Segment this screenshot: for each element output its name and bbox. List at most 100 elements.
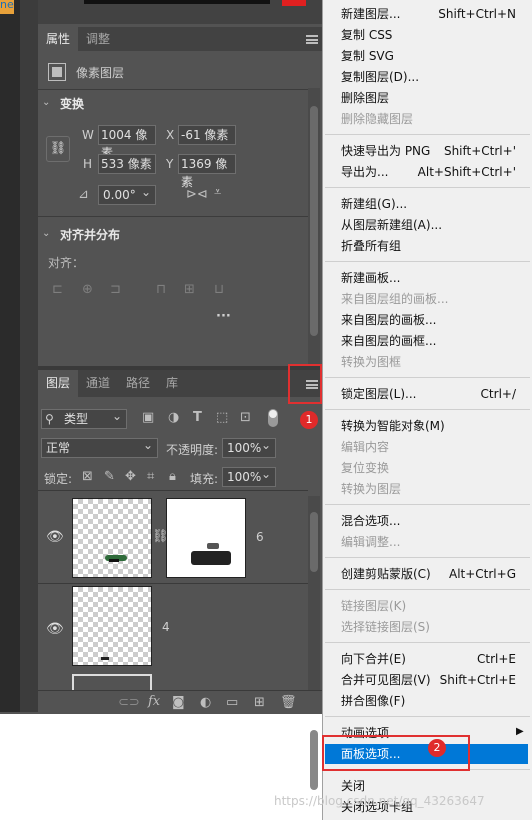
layers-scroll-thumb[interactable]	[310, 512, 318, 572]
menu-item[interactable]: 删除图层	[341, 88, 389, 108]
align-hcenter-icon[interactable]: ⊕	[82, 283, 93, 297]
fill-label: 填充:	[190, 472, 219, 486]
layer-row[interactable]: 👁︎ 4	[38, 584, 308, 670]
y-label: Y	[166, 157, 174, 171]
filter-pixel-icon[interactable]: ▣	[142, 411, 154, 425]
properties-scrollbar[interactable]	[308, 88, 320, 368]
align-left-icon[interactable]: ⊏	[52, 283, 63, 297]
link-proportions-icon[interactable]: ⛓	[46, 136, 70, 162]
link-layers-icon[interactable]: ⊂⊃	[118, 696, 140, 710]
x-field[interactable]: -61 像素	[178, 125, 236, 145]
bottom-scrollbar-thumb[interactable]	[310, 730, 318, 790]
align-right-icon[interactable]: ⊐	[110, 283, 121, 297]
lock-position-icon[interactable]: ✥	[125, 470, 136, 484]
chevron-down-icon[interactable]: ⌄	[42, 96, 50, 110]
add-mask-icon[interactable]: ◙	[172, 696, 185, 710]
menu-item[interactable]: 混合选项...	[341, 511, 400, 531]
menu-item[interactable]: 锁定图层(L)...	[341, 384, 417, 404]
fx-icon[interactable]: fx	[148, 695, 160, 709]
menu-item[interactable]: 向下合并(E)	[341, 649, 406, 669]
highlight-box-panel-menu	[288, 364, 322, 404]
tab-paths[interactable]: 路径	[118, 370, 158, 397]
layer-thumbnail[interactable]	[72, 674, 152, 690]
properties-scroll-thumb[interactable]	[310, 106, 318, 336]
menu-item[interactable]: 关闭	[341, 776, 365, 796]
menu-item[interactable]: 从图层新建组(A)...	[341, 215, 442, 235]
menu-item[interactable]: 来自图层的画框...	[341, 331, 436, 351]
layer-row-partial[interactable]	[38, 670, 308, 690]
flip-vertical-icon[interactable]: ⩡	[214, 186, 221, 200]
more-options-icon[interactable]: ···	[216, 310, 231, 324]
align-vcenter-icon[interactable]: ⊞	[184, 283, 195, 297]
menu-item[interactable]: 折叠所有组	[341, 236, 401, 256]
height-field[interactable]: 533 像素	[98, 154, 156, 174]
w-label: W	[82, 128, 94, 142]
delete-layer-icon[interactable]: 🗑︎	[280, 696, 297, 710]
angle-field[interactable]: 0.00°	[98, 183, 156, 205]
lock-brush-icon[interactable]: ✎	[104, 470, 115, 484]
layer-thumbnail[interactable]	[72, 498, 152, 578]
menu-item[interactable]: 复制 CSS	[341, 25, 392, 45]
y-field[interactable]: 1369 像素	[178, 154, 236, 189]
layer-thumbnail[interactable]	[72, 586, 152, 666]
step-badge-2: 2	[428, 739, 446, 757]
filter-shape-icon[interactable]: ⬚	[216, 411, 228, 425]
align-bottom-icon[interactable]: ⊔	[214, 283, 224, 297]
menu-item[interactable]: 转换为智能对象(M)	[341, 416, 445, 436]
layer-type-label: 像素图层	[76, 66, 125, 80]
blend-mode-select[interactable]: 正常	[41, 436, 158, 458]
tab-layers[interactable]: 图层	[38, 370, 79, 397]
left-canvas-strip	[0, 0, 20, 712]
layer-mask-thumbnail[interactable]	[166, 498, 246, 578]
new-layer-icon[interactable]: ⊞	[254, 696, 265, 710]
tab-adjustments[interactable]: 调整	[78, 27, 118, 51]
menu-item[interactable]: 快速导出为 PNG	[341, 141, 430, 161]
top-red-swatch[interactable]	[282, 0, 306, 6]
fill-field[interactable]: 100%	[222, 465, 276, 487]
menu-item: 选择链接图层(S)	[341, 620, 430, 634]
lock-all-icon[interactable]: 🔒︎	[169, 470, 176, 484]
menu-item[interactable]: 拼合图像(F)	[341, 691, 405, 711]
menu-item: 编辑调整...	[341, 535, 401, 549]
menu-item[interactable]: 复制图层(D)...	[341, 67, 419, 87]
lock-transparent-icon[interactable]: ⊠	[82, 470, 93, 484]
menu-item: 来自图层组的画板...	[341, 292, 449, 306]
filter-adjustment-icon[interactable]: ◑	[168, 411, 179, 425]
eye-visibility-icon[interactable]: 👁︎	[46, 530, 64, 544]
menu-shortcut: Ctrl+/	[480, 387, 516, 401]
width-field[interactable]: 1004 像素	[98, 125, 156, 160]
watermark: https://blog.csdn.net/qq_43263647	[274, 794, 485, 808]
menu-item[interactable]: 新建画板...	[341, 268, 400, 288]
filter-toggle-icon[interactable]	[268, 409, 278, 427]
eye-visibility-icon[interactable]: 👁︎	[46, 622, 64, 636]
menu-item[interactable]: 新建图层...	[341, 4, 400, 24]
layer-name[interactable]: 6	[256, 530, 264, 544]
layer-row[interactable]: 👁︎ ⛓ 6	[38, 492, 308, 582]
tab-properties[interactable]: 属性	[38, 27, 79, 51]
filter-smart-object-icon[interactable]: ⊡	[240, 411, 251, 425]
menu-item[interactable]: 合并可见图层(V)	[341, 670, 431, 690]
filter-type-icon[interactable]: T	[193, 411, 202, 425]
menu-shortcut: Shift+Ctrl+E	[439, 673, 516, 687]
flip-horizontal-icon[interactable]: ⊳⊲	[186, 188, 208, 202]
layer-name[interactable]: 4	[162, 620, 170, 634]
filter-type-select[interactable]: ⚲ 类型	[41, 407, 127, 429]
tab-channels[interactable]: 通道	[78, 370, 118, 397]
new-group-icon[interactable]: ▭	[226, 696, 238, 710]
adjustment-layer-icon[interactable]: ◐	[200, 696, 211, 710]
menu-item[interactable]: 复制 SVG	[341, 46, 394, 66]
menu-item[interactable]: 新建组(G)...	[341, 194, 407, 214]
chevron-down-icon[interactable]: ⌄	[42, 227, 50, 241]
layers-scrollbar[interactable]	[308, 496, 320, 692]
lock-artboard-icon[interactable]: ⌗	[147, 470, 154, 484]
menu-item[interactable]: 导出为...	[341, 162, 388, 182]
align-top-icon[interactable]: ⊓	[156, 283, 166, 297]
highlight-box-panel-options	[322, 735, 470, 771]
menu-item[interactable]: 来自图层的画板...	[341, 310, 436, 330]
opacity-field[interactable]: 100%	[222, 436, 276, 458]
menu-item[interactable]: 创建剪贴蒙版(C)	[341, 564, 431, 584]
tab-libraries[interactable]: 库	[158, 370, 186, 397]
menu-separator	[325, 409, 530, 410]
h-label: H	[83, 157, 93, 171]
properties-menu-icon[interactable]	[306, 35, 318, 44]
